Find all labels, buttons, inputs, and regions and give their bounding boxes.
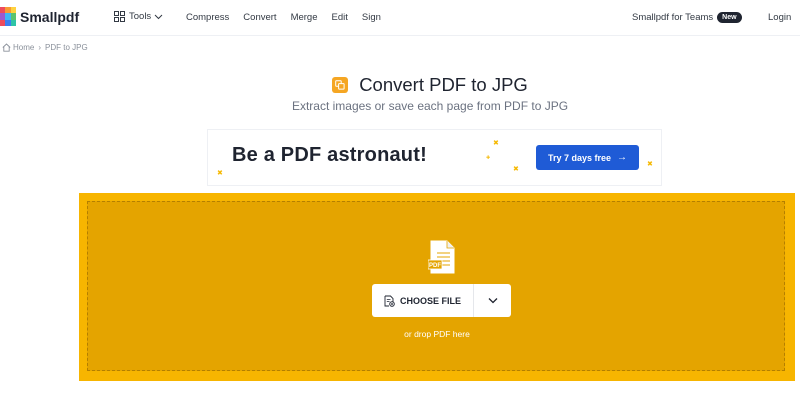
- try-free-button[interactable]: Try 7 days free →: [536, 145, 639, 170]
- page-title: Convert PDF to JPG: [359, 74, 528, 95]
- grid-icon: [114, 11, 125, 22]
- star-icon: ✖: [513, 166, 519, 173]
- star-icon: ✖: [493, 140, 499, 147]
- dropzone[interactable]: PDF CHOOSE FILE or drop PDF here: [79, 193, 795, 381]
- promo-banner: ✖ Be a PDF astronaut! ✖ ✚ ✖ Try 7 days f…: [207, 129, 662, 186]
- chevron-down-icon: [488, 298, 497, 304]
- nav-compress[interactable]: Compress: [186, 12, 229, 23]
- brand-name: Smallpdf: [20, 8, 80, 25]
- nav-convert[interactable]: Convert: [243, 12, 276, 23]
- title-row: Convert PDF to JPG: [30, 74, 800, 96]
- top-navbar: Smallpdf Tools Compress Convert Merge Ed…: [0, 0, 800, 36]
- pdf-file-label: PDF: [429, 263, 441, 269]
- choose-source-dropdown[interactable]: [474, 284, 511, 317]
- login-link[interactable]: Login: [768, 12, 791, 23]
- star-icon: ✚: [486, 155, 491, 161]
- teams-link[interactable]: Smallpdf for Teams New: [632, 12, 742, 23]
- chevron-down-icon: [154, 14, 163, 19]
- pdf-to-jpg-icon: [332, 77, 349, 93]
- tools-menu[interactable]: Tools: [114, 11, 167, 22]
- breadcrumb-home[interactable]: Home: [13, 43, 34, 52]
- promo-headline: Be a PDF astronaut!: [232, 144, 427, 166]
- nav-edit[interactable]: Edit: [332, 12, 348, 23]
- pdf-file-icon: PDF: [428, 240, 455, 274]
- home-icon: [2, 43, 11, 52]
- arrow-right-icon: →: [617, 152, 628, 163]
- tools-label: Tools: [129, 11, 152, 22]
- choose-file-button[interactable]: CHOOSE FILE: [372, 284, 474, 317]
- page-subtitle: Extract images or save each page from PD…: [291, 99, 569, 113]
- star-icon: ✖: [647, 161, 653, 168]
- try-free-label: Try 7 days free: [547, 152, 612, 163]
- breadcrumb-separator: ›: [38, 43, 42, 52]
- breadcrumb-current: PDF to JPG: [45, 43, 88, 52]
- nav-merge[interactable]: Merge: [291, 12, 318, 23]
- nav-sign[interactable]: Sign: [362, 12, 381, 23]
- choose-file-group: CHOOSE FILE: [372, 284, 511, 317]
- choose-file-label: CHOOSE FILE: [399, 295, 461, 306]
- teams-label: Smallpdf for Teams: [632, 12, 714, 23]
- breadcrumb: Home › PDF to JPG: [2, 43, 88, 52]
- smallpdf-logo-icon: [0, 7, 16, 26]
- drop-hint: or drop PDF here: [404, 329, 470, 339]
- dropzone-area[interactable]: PDF CHOOSE FILE or drop PDF here: [87, 201, 785, 371]
- logo[interactable]: Smallpdf: [0, 7, 79, 26]
- star-icon: ✖: [217, 170, 223, 177]
- new-badge: New: [717, 12, 742, 23]
- file-add-icon: [384, 295, 395, 307]
- main-nav: Compress Convert Merge Edit Sign: [186, 12, 395, 23]
